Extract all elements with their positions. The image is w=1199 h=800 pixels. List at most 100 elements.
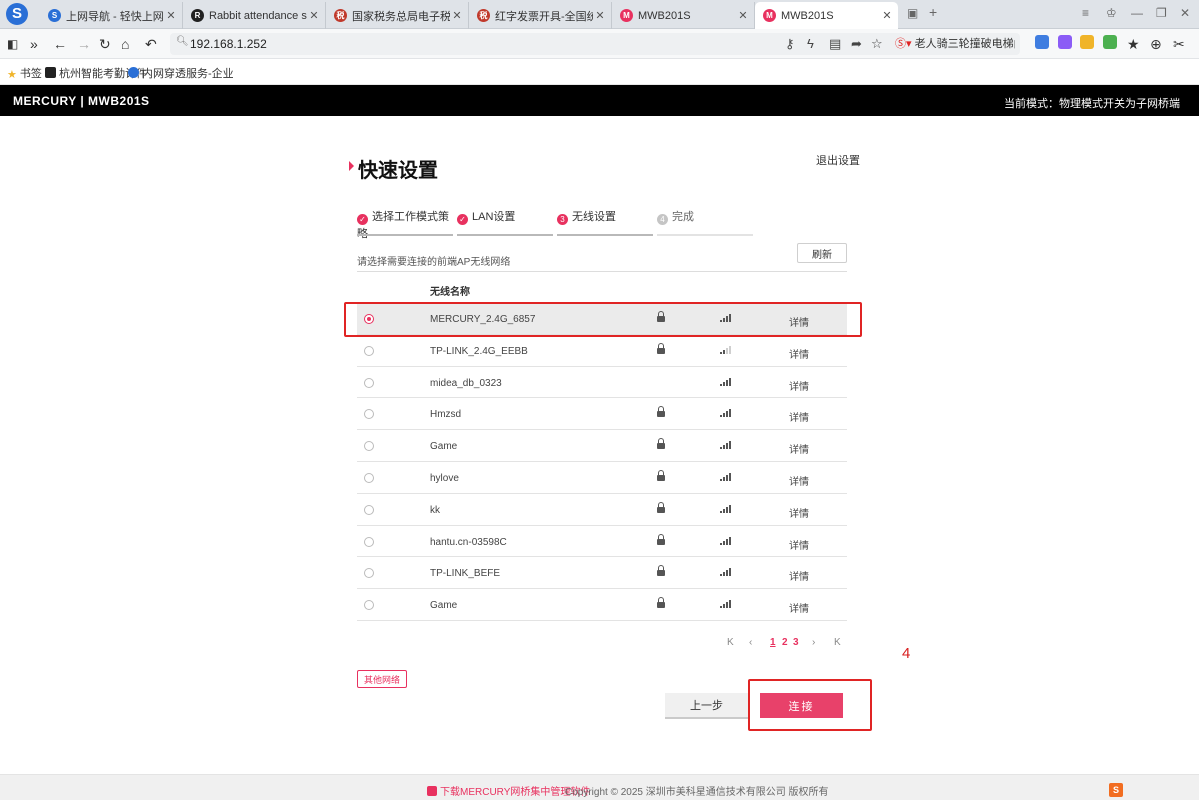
network-radio[interactable] bbox=[364, 472, 374, 483]
page-2-button[interactable]: 2 bbox=[782, 637, 788, 648]
tab-tax[interactable]: 税 国家税务总局电子税务局 ✕ bbox=[326, 2, 469, 29]
tab-close-icon[interactable]: ✕ bbox=[593, 9, 607, 22]
tab-list-icon[interactable]: ▣ bbox=[907, 6, 918, 20]
copyright-text: Copyright © 2025 深圳市美科星通信技术有限公司 版权所有 bbox=[565, 787, 829, 798]
network-detail-link[interactable]: 详情 bbox=[789, 600, 809, 615]
tab-invoice[interactable]: 税 红字发票开具-全国统一规范电子 ✕ bbox=[469, 2, 612, 29]
network-detail-link[interactable]: 详情 bbox=[789, 441, 809, 456]
new-tab-icon[interactable]: + bbox=[929, 4, 937, 20]
network-radio[interactable] bbox=[364, 504, 374, 515]
tab-navigation[interactable]: S 上网导航 - 轻快上网 从这里开始 ✕ bbox=[40, 2, 183, 29]
network-radio[interactable] bbox=[364, 536, 374, 547]
network-row[interactable]: TP-LINK_2.4G_EEBB 详情 bbox=[357, 335, 847, 367]
tab-rabbit[interactable]: R Rabbit attendance software ✕ bbox=[183, 2, 326, 29]
network-row[interactable]: TP-LINK_BEFE 详情 bbox=[357, 557, 847, 590]
undo-icon[interactable]: ↶ bbox=[145, 35, 157, 53]
tab-mwb201s-active[interactable]: M MWB201S ✕ bbox=[755, 2, 898, 29]
network-radio[interactable] bbox=[364, 409, 374, 420]
tab-close-icon[interactable]: ✕ bbox=[880, 9, 894, 22]
page-footer: 下载MERCURY网桥集中管理软件 Copyright © 2025 深圳市美科… bbox=[0, 774, 1199, 800]
shirt-icon[interactable]: ♔ bbox=[1106, 6, 1117, 20]
forward-icon[interactable]: → bbox=[77, 35, 91, 53]
download-icon[interactable]: ⊕ bbox=[1150, 35, 1162, 53]
reader-icon[interactable]: ▤ bbox=[829, 36, 841, 52]
page-3-button[interactable]: 3 bbox=[793, 637, 799, 648]
maximize-icon[interactable]: ❐ bbox=[1156, 6, 1167, 20]
search-engine-icon: Ⓢ▾ bbox=[895, 38, 912, 50]
step-progress-line bbox=[357, 234, 453, 236]
title-arrow-icon bbox=[349, 161, 354, 171]
minimize-icon[interactable]: — bbox=[1131, 6, 1143, 20]
network-row[interactable]: Game 详情 bbox=[357, 589, 847, 621]
other-network-button[interactable]: 其他网络 bbox=[357, 670, 407, 688]
network-ssid: Hmzsd bbox=[430, 409, 462, 421]
key-icon[interactable]: ⚷ bbox=[785, 36, 795, 52]
bookmark-folder[interactable]: ★ 书签 bbox=[7, 65, 42, 81]
close-window-icon[interactable]: ✕ bbox=[1180, 6, 1190, 20]
network-detail-link[interactable]: 详情 bbox=[789, 409, 809, 424]
browser-tab-bar: S S 上网导航 - 轻快上网 从这里开始 ✕ R Rabbit attenda… bbox=[0, 0, 1199, 29]
network-row[interactable]: midea_db_0323 详情 bbox=[357, 367, 847, 399]
network-radio[interactable] bbox=[364, 345, 374, 356]
bookmark-tunnel[interactable]: 内网穿透服务-企业 bbox=[128, 65, 234, 81]
star-icon[interactable]: ☆ bbox=[871, 36, 883, 52]
tab-mwb201s[interactable]: M MWB201S ✕ bbox=[612, 2, 755, 29]
tab-close-icon[interactable]: ✕ bbox=[450, 9, 464, 22]
home-icon[interactable]: ⌂ bbox=[121, 35, 129, 53]
extension-purple-icon[interactable] bbox=[1058, 35, 1072, 49]
previous-step-button[interactable]: 上一步 bbox=[665, 693, 748, 719]
network-detail-link[interactable]: 详情 bbox=[789, 505, 809, 520]
refresh-button[interactable]: 刷新 bbox=[797, 243, 847, 263]
site-info-icon[interactable]: 🔍︎ bbox=[176, 36, 189, 47]
scissors-icon[interactable]: ✂ bbox=[1173, 35, 1185, 53]
exit-setup-link[interactable]: 退出设置 bbox=[816, 152, 860, 168]
prev-page-button[interactable]: ‹ bbox=[749, 637, 752, 648]
network-row[interactable]: hantu.cn-03598C 详情 bbox=[357, 526, 847, 558]
network-detail-link[interactable]: 详情 bbox=[789, 473, 809, 488]
browser-logo-icon[interactable]: S bbox=[6, 3, 28, 25]
first-page-button[interactable]: K bbox=[727, 637, 734, 648]
network-ssid: TP-LINK_2.4G_EEBB bbox=[430, 345, 528, 357]
tab-close-icon[interactable]: ✕ bbox=[164, 9, 178, 22]
tab-close-icon[interactable]: ✕ bbox=[307, 9, 321, 22]
network-detail-link[interactable]: 详情 bbox=[789, 568, 809, 583]
network-radio[interactable] bbox=[364, 441, 374, 452]
network-row[interactable]: hylove 详情 bbox=[357, 462, 847, 494]
lock-icon bbox=[657, 406, 665, 418]
translate-icon[interactable] bbox=[1035, 35, 1049, 49]
expand-icon[interactable]: » bbox=[30, 35, 38, 53]
network-radio[interactable] bbox=[364, 568, 374, 579]
network-radio[interactable] bbox=[364, 600, 374, 611]
step-number-icon: 4 bbox=[657, 214, 668, 225]
share-icon[interactable]: ➦ bbox=[851, 36, 862, 52]
favorites-icon[interactable]: ★ bbox=[1127, 35, 1140, 53]
address-input[interactable] bbox=[190, 36, 590, 52]
back-icon[interactable]: ← bbox=[53, 35, 67, 53]
network-detail-link[interactable]: 详情 bbox=[789, 346, 809, 361]
network-row[interactable]: Hmzsd 详情 bbox=[357, 398, 847, 431]
signal-strength-icon bbox=[720, 504, 732, 513]
network-detail-link[interactable]: 详情 bbox=[789, 537, 809, 552]
lightning-icon[interactable]: ϟ bbox=[807, 36, 814, 51]
tab-label: MWB201S bbox=[638, 9, 691, 22]
signal-strength-icon bbox=[720, 536, 732, 545]
extension-yellow-icon[interactable] bbox=[1080, 35, 1094, 49]
address-bar[interactable]: 🔍︎ ⚷ ϟ ▤ ➦ ☆ Ⓢ▾ 老人骑三轮撞破电梯门掉 bbox=[170, 33, 1020, 55]
sidebar-toggle-icon[interactable]: ◧ bbox=[7, 35, 18, 53]
network-row[interactable]: kk 详情 bbox=[357, 494, 847, 526]
network-row[interactable]: Game 详情 bbox=[357, 430, 847, 462]
page-1-button[interactable]: 1 bbox=[770, 637, 776, 648]
input-method-icon[interactable]: S bbox=[1109, 783, 1123, 797]
check-icon: ✓ bbox=[357, 214, 368, 225]
network-detail-link[interactable]: 详情 bbox=[789, 378, 809, 393]
tab-close-icon[interactable]: ✕ bbox=[736, 9, 750, 22]
reload-icon[interactable]: ↻ bbox=[99, 35, 111, 53]
search-suggestion[interactable]: Ⓢ▾ 老人骑三轮撞破电梯门掉 bbox=[895, 35, 1015, 53]
tab-label: 红字发票开具-全国统一规范电子 bbox=[495, 10, 593, 23]
last-page-button[interactable]: K bbox=[834, 637, 841, 648]
menu-icon[interactable]: ≡ bbox=[1082, 6, 1089, 20]
network-radio[interactable] bbox=[364, 377, 374, 388]
signal-strength-icon bbox=[720, 472, 732, 481]
next-page-button[interactable]: › bbox=[812, 637, 815, 648]
extension-green-icon[interactable] bbox=[1103, 35, 1117, 49]
